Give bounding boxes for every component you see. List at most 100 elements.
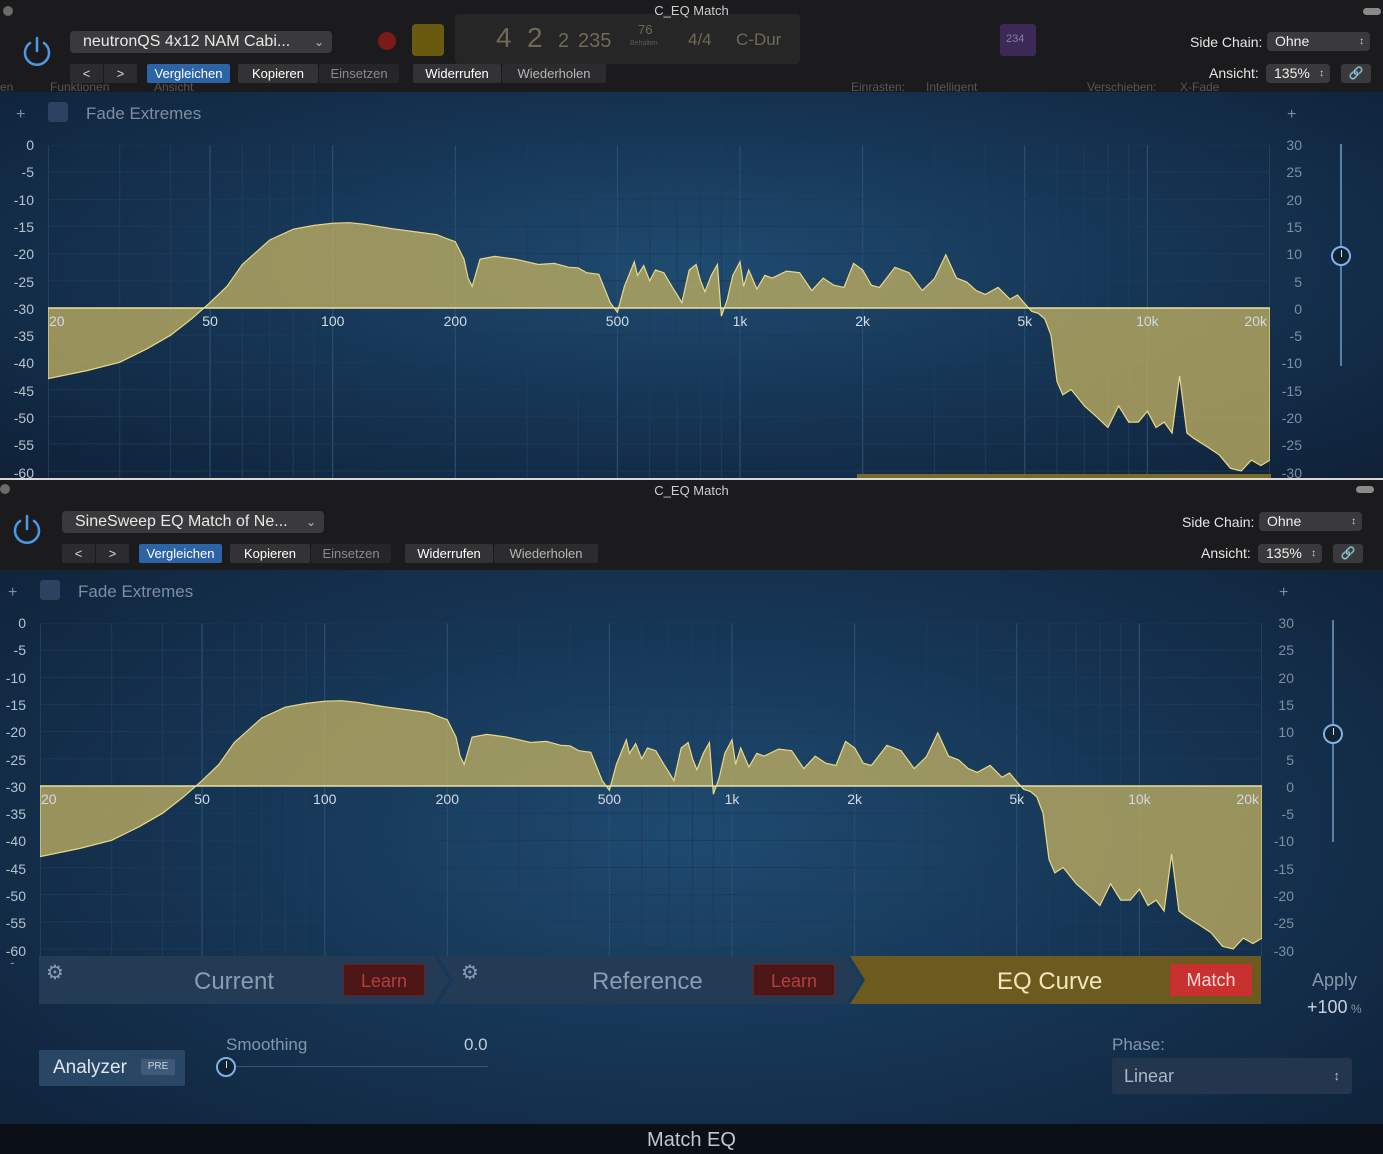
view-select[interactable]: 135% ↕ [1266, 64, 1330, 83]
left-tick-label: -40 [5, 833, 26, 850]
top-eq-display[interactable]: + + Fade Extremes 0 -5 -10 -15 -20 -25 -30 -35 -… [0, 92, 1383, 478]
sidechain-select[interactable]: Ohne ↕ [1259, 512, 1362, 531]
bg-record [378, 32, 396, 50]
undo-button[interactable]: Widerrufen [405, 544, 493, 563]
reference-learn-button[interactable]: Learn [753, 964, 835, 996]
smoothing-knob-icon[interactable] [216, 1057, 236, 1077]
link-icon[interactable]: 🔗 [1341, 64, 1371, 83]
chevron-left-icon[interactable]: < [70, 64, 103, 83]
freq-label: 1k [733, 313, 749, 329]
freq-label: 20k [1236, 791, 1260, 807]
redo-button[interactable]: Wiederholen [502, 64, 606, 83]
chevron-right-icon[interactable]: > [104, 64, 137, 83]
preset-name: neutronQS 4x12 NAM Cabi... [83, 33, 291, 50]
sidechain-value: Ohne [1267, 513, 1302, 529]
eq-curve-area [48, 222, 1270, 472]
copy-button[interactable]: Kopieren [238, 64, 318, 83]
current-label[interactable]: Current [194, 968, 274, 996]
bottom-eq-curve-plot[interactable]: 20 50 100 200 500 1k 2k 5k 10k 20k [40, 623, 1262, 956]
chevron-left-icon[interactable]: < [62, 544, 95, 563]
sidechain-value: Ohne [1275, 33, 1310, 49]
bg-cycle [412, 24, 444, 56]
plus-icon[interactable]: + [1287, 106, 1296, 124]
compare-button[interactable]: Vergleichen [139, 544, 222, 563]
freq-label: 20 [41, 791, 57, 807]
smoothing-slider-track[interactable] [230, 1066, 488, 1067]
power-icon[interactable] [10, 513, 44, 547]
right-tick-label: -15 [1281, 382, 1302, 399]
freq-label: 500 [598, 791, 622, 807]
sidechain-select[interactable]: Ohne ↕ [1267, 32, 1370, 51]
current-learn-button[interactable]: Learn [343, 964, 425, 996]
plugin-footer: Match EQ [0, 1124, 1383, 1154]
right-tick-label: -10 [1273, 833, 1294, 850]
apply-slider-knob-icon[interactable] [1323, 724, 1343, 744]
link-icon[interactable]: 🔗 [1333, 544, 1363, 563]
right-tick-label: 20 [1286, 191, 1302, 208]
bg-beat: 2 [527, 22, 543, 53]
plus-icon[interactable]: + [1279, 584, 1288, 602]
plus-icon[interactable]: + [8, 584, 17, 602]
fade-extremes-checkbox[interactable] [40, 580, 60, 600]
apply-value[interactable]: +100 [1307, 997, 1348, 1018]
fade-extremes-checkbox[interactable] [48, 102, 68, 122]
freq-label: 2k [855, 313, 871, 329]
redo-button[interactable]: Wiederholen [494, 544, 598, 563]
bg-tick: 235 [578, 30, 612, 52]
top-eq-curve-plot[interactable]: 20 50 100 200 500 1k 2k 5k 10k 20k [48, 145, 1270, 478]
updown-chevron-icon: ↕ [1319, 68, 1324, 79]
left-tick-label: -20 [5, 724, 26, 741]
view-value: 135% [1266, 545, 1302, 561]
phase-select[interactable]: Linear ↕ [1112, 1058, 1352, 1094]
right-tick-label: -30 [1281, 464, 1302, 478]
plus-icon[interactable]: + [16, 106, 25, 124]
compare-button[interactable]: Vergleichen [147, 64, 230, 83]
right-tick-label: 10 [1278, 724, 1294, 741]
bottom-plugin-window: C_EQ Match SineSweep EQ Match of Ne... ⌄… [0, 478, 1383, 1154]
bottom-header: C_EQ Match SineSweep EQ Match of Ne... ⌄… [0, 480, 1383, 570]
bg-key: C-Dur [736, 30, 782, 49]
apply-label: Apply [1312, 970, 1358, 990]
reference-label[interactable]: Reference [592, 968, 703, 996]
chevron-down-icon: ⌄ [305, 515, 316, 529]
eq-curve-area [40, 700, 1262, 950]
paste-button[interactable]: Einsetzen [319, 64, 399, 83]
freq-label: 100 [313, 791, 337, 807]
analyzer-pre-badge[interactable]: PRE [141, 1059, 175, 1075]
freq-label: 5k [1009, 791, 1025, 807]
chevron-down-icon: ⌄ [313, 35, 324, 49]
left-tick-label: -20 [13, 246, 34, 263]
preset-menu[interactable]: neutronQS 4x12 NAM Cabi... ⌄ [70, 31, 332, 53]
left-tick-label: -45 [5, 860, 26, 877]
apply-slider-knob-icon[interactable] [1331, 246, 1351, 266]
left-tick-label: -45 [13, 382, 34, 399]
right-tick-label: 20 [1278, 669, 1294, 686]
fade-extremes-label: Fade Extremes [78, 582, 194, 601]
undo-button[interactable]: Widerrufen [413, 64, 501, 83]
gear-icon[interactable]: ⚙ [46, 960, 64, 985]
match-button[interactable]: Match [1170, 964, 1252, 996]
freq-label: 200 [444, 313, 468, 329]
power-icon[interactable] [20, 35, 54, 69]
freq-label: 20 [49, 313, 65, 329]
gear-icon[interactable]: ⚙ [461, 960, 479, 985]
phase-label: Phase: [1112, 1035, 1165, 1054]
bottom-eq-display[interactable]: + + Fade Extremes 0 -5 -10 -15 -20 -25 -30 -35-… [0, 570, 1383, 1154]
chevron-right-icon[interactable]: > [96, 544, 129, 563]
view-label: Ansicht: [1209, 65, 1259, 81]
copy-button[interactable]: Kopieren [230, 544, 310, 563]
right-tick-label: 0 [1286, 778, 1294, 795]
updown-chevron-icon: ↕ [1333, 1068, 1341, 1083]
eq-curve-label[interactable]: EQ Curve [997, 968, 1102, 996]
freq-label: 5k [1017, 313, 1033, 329]
right-tick-label: -5 [1281, 806, 1294, 823]
preset-menu[interactable]: SineSweep EQ Match of Ne... ⌄ [62, 511, 324, 533]
bg-tempo-label: Behalten [630, 40, 658, 47]
smoothing-value[interactable]: 0.0 [464, 1035, 488, 1055]
analyzer-button[interactable]: Analyzer PRE [39, 1050, 185, 1086]
freq-label: 50 [194, 791, 210, 807]
paste-button[interactable]: Einsetzen [311, 544, 391, 563]
view-select[interactable]: 135% ↕ [1258, 544, 1322, 563]
apply-unit: % [1351, 1002, 1362, 1016]
left-tick-label: 0 [18, 615, 26, 631]
